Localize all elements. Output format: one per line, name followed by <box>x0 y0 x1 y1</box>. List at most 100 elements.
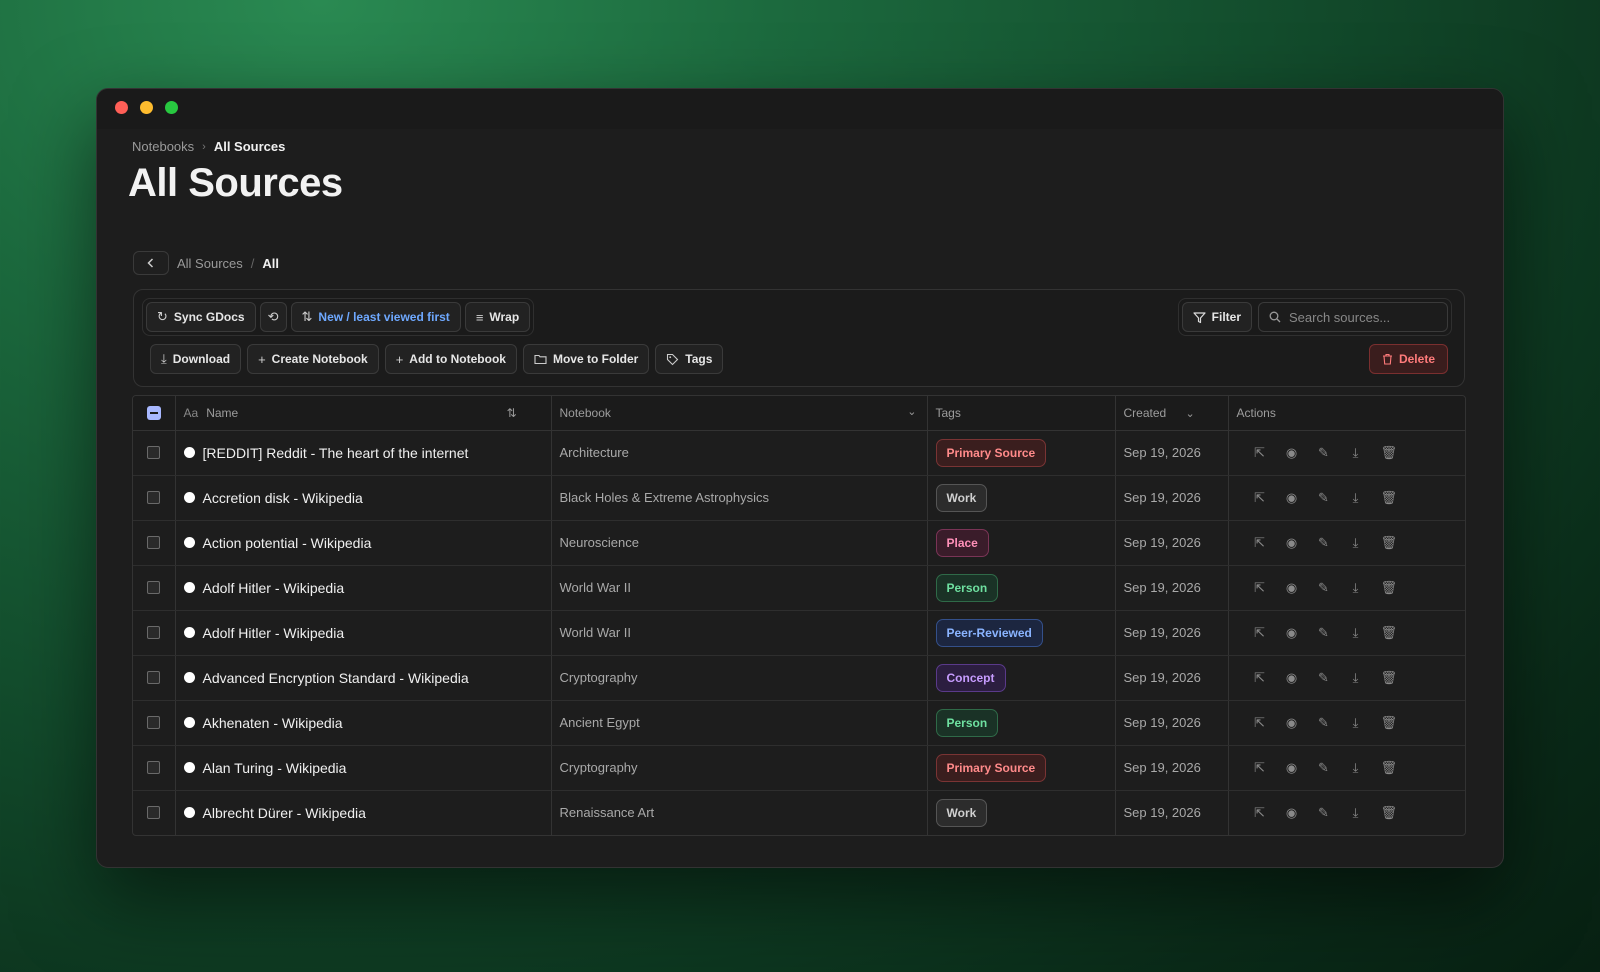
create-notebook-button[interactable]: + Create Notebook <box>247 344 379 374</box>
tag-badge[interactable]: Primary Source <box>935 753 1047 782</box>
edit-icon[interactable]: ✎ <box>1317 580 1331 596</box>
open-external-icon[interactable]: ⇱ <box>1253 670 1267 686</box>
name-cell[interactable]: Akhenaten - Wikipedia <box>175 700 552 746</box>
breadcrumb-notebooks[interactable]: Notebooks <box>132 139 194 154</box>
download-icon[interactable]: ⤓ <box>1349 670 1363 686</box>
table-row[interactable]: Action potential - Wikipedia Neuroscienc… <box>133 520 1465 566</box>
download-icon[interactable]: ⤓ <box>1349 715 1363 731</box>
tag-badge[interactable]: Peer-Reviewed <box>935 618 1043 647</box>
row-checkbox[interactable] <box>147 536 161 549</box>
open-external-icon[interactable]: ⇱ <box>1253 580 1267 596</box>
source-name[interactable]: [REDDIT] Reddit - The heart of the inter… <box>203 445 469 461</box>
table-row[interactable]: Alan Turing - Wikipedia Cryptography Pri… <box>133 745 1465 791</box>
close-window-button[interactable] <box>115 101 128 114</box>
trash-icon[interactable]: 🗑 <box>1381 715 1398 731</box>
table-row[interactable]: Albrecht Dürer - Wikipedia Renaissance A… <box>133 790 1465 835</box>
source-name[interactable]: Akhenaten - Wikipedia <box>203 715 343 731</box>
eye-icon[interactable]: ◉ <box>1285 625 1299 641</box>
chevron-down-icon[interactable]: ⌄ <box>907 405 916 418</box>
sort-button[interactable]: ⇅ New / least viewed first <box>290 302 461 332</box>
eye-icon[interactable]: ◉ <box>1285 805 1299 821</box>
sort-icon[interactable]: ⇅ <box>506 406 516 420</box>
table-row[interactable]: Akhenaten - Wikipedia Ancient Egypt Pers… <box>133 700 1465 746</box>
wrap-button[interactable]: ≡ Wrap <box>464 302 531 332</box>
download-icon[interactable]: ⤓ <box>1349 580 1363 596</box>
name-cell[interactable]: Accretion disk - Wikipedia <box>175 475 552 521</box>
download-icon[interactable]: ⤓ <box>1349 490 1363 506</box>
edit-icon[interactable]: ✎ <box>1317 535 1331 551</box>
table-row[interactable]: Accretion disk - Wikipedia Black Holes &… <box>133 475 1465 521</box>
name-cell[interactable]: Advanced Encryption Standard - Wikipedia <box>175 655 552 701</box>
eye-icon[interactable]: ◉ <box>1285 670 1299 686</box>
filter-button[interactable]: Filter <box>1181 302 1252 332</box>
tag-badge[interactable]: Place <box>935 528 989 557</box>
maximize-window-button[interactable] <box>165 101 178 114</box>
open-external-icon[interactable]: ⇱ <box>1253 805 1267 821</box>
eye-icon[interactable]: ◉ <box>1285 760 1299 776</box>
row-checkbox[interactable] <box>147 446 161 459</box>
name-cell[interactable]: Alan Turing - Wikipedia <box>175 745 552 791</box>
open-external-icon[interactable]: ⇱ <box>1253 490 1267 506</box>
tag-badge[interactable]: Work <box>935 483 988 512</box>
table-row[interactable]: [REDDIT] Reddit - The heart of the inter… <box>133 430 1465 476</box>
trash-icon[interactable]: 🗑 <box>1381 490 1398 506</box>
download-icon[interactable]: ⤓ <box>1349 760 1363 776</box>
chevron-down-icon[interactable]: ⌄ <box>1186 408 1195 420</box>
sync-gdocs-button[interactable]: ↻ Sync GDocs <box>146 302 256 332</box>
name-cell[interactable]: [REDDIT] Reddit - The heart of the inter… <box>175 430 552 476</box>
source-name[interactable]: Action potential - Wikipedia <box>203 535 372 551</box>
open-external-icon[interactable]: ⇱ <box>1253 760 1267 776</box>
tag-badge[interactable]: Person <box>935 573 999 602</box>
row-checkbox[interactable] <box>147 626 161 639</box>
tag-badge[interactable]: Person <box>935 708 999 737</box>
row-checkbox[interactable] <box>147 581 161 594</box>
edit-icon[interactable]: ✎ <box>1317 715 1331 731</box>
notebook-column-header[interactable]: Notebook ⌄ <box>551 396 928 431</box>
reload-button[interactable]: ⟲ <box>259 302 287 332</box>
edit-icon[interactable]: ✎ <box>1317 490 1331 506</box>
trash-icon[interactable]: 🗑 <box>1381 805 1398 821</box>
name-cell[interactable]: Adolf Hitler - Wikipedia <box>175 565 552 611</box>
edit-icon[interactable]: ✎ <box>1317 805 1331 821</box>
tag-badge[interactable]: Work <box>935 798 988 827</box>
download-icon[interactable]: ⤓ <box>1349 805 1363 821</box>
table-row[interactable]: Adolf Hitler - Wikipedia World War II Pe… <box>133 565 1465 611</box>
row-checkbox[interactable] <box>147 761 161 774</box>
source-name[interactable]: Advanced Encryption Standard - Wikipedia <box>203 670 469 686</box>
source-name[interactable]: Adolf Hitler - Wikipedia <box>203 625 345 641</box>
add-to-notebook-button[interactable]: + Add to Notebook <box>384 344 517 374</box>
tags-button[interactable]: Tags <box>655 344 724 374</box>
tag-badge[interactable]: Concept <box>935 663 1006 692</box>
delete-button[interactable]: Delete <box>1368 344 1448 374</box>
move-to-folder-button[interactable]: Move to Folder <box>522 344 650 374</box>
sub-breadcrumb-parent[interactable]: All Sources <box>177 256 243 271</box>
eye-icon[interactable]: ◉ <box>1285 490 1299 506</box>
row-checkbox[interactable] <box>147 671 161 684</box>
trash-icon[interactable]: 🗑 <box>1381 670 1398 686</box>
eye-icon[interactable]: ◉ <box>1285 535 1299 551</box>
trash-icon[interactable]: 🗑 <box>1381 580 1398 596</box>
table-row[interactable]: Adolf Hitler - Wikipedia World War II Pe… <box>133 610 1465 656</box>
name-cell[interactable]: Albrecht Dürer - Wikipedia <box>175 790 552 835</box>
name-column-header[interactable]: Aa Name ⇅ <box>175 396 552 431</box>
trash-icon[interactable]: 🗑 <box>1381 625 1398 641</box>
eye-icon[interactable]: ◉ <box>1285 445 1299 461</box>
eye-icon[interactable]: ◉ <box>1285 580 1299 596</box>
name-cell[interactable]: Action potential - Wikipedia <box>175 520 552 566</box>
edit-icon[interactable]: ✎ <box>1317 625 1331 641</box>
source-name[interactable]: Alan Turing - Wikipedia <box>203 760 347 776</box>
download-icon[interactable]: ⤓ <box>1349 535 1363 551</box>
name-cell[interactable]: Adolf Hitler - Wikipedia <box>175 610 552 656</box>
open-external-icon[interactable]: ⇱ <box>1253 445 1267 461</box>
minimize-window-button[interactable] <box>140 101 153 114</box>
source-name[interactable]: Accretion disk - Wikipedia <box>203 490 363 506</box>
trash-icon[interactable]: 🗑 <box>1381 535 1398 551</box>
table-row[interactable]: Advanced Encryption Standard - Wikipedia… <box>133 655 1465 701</box>
tag-badge[interactable]: Primary Source <box>935 438 1047 467</box>
source-name[interactable]: Adolf Hitler - Wikipedia <box>203 580 345 596</box>
eye-icon[interactable]: ◉ <box>1285 715 1299 731</box>
download-icon[interactable]: ⤓ <box>1349 445 1363 461</box>
trash-icon[interactable]: 🗑 <box>1381 445 1398 461</box>
row-checkbox[interactable] <box>147 806 161 820</box>
search-input[interactable]: Search sources... <box>1258 302 1448 332</box>
